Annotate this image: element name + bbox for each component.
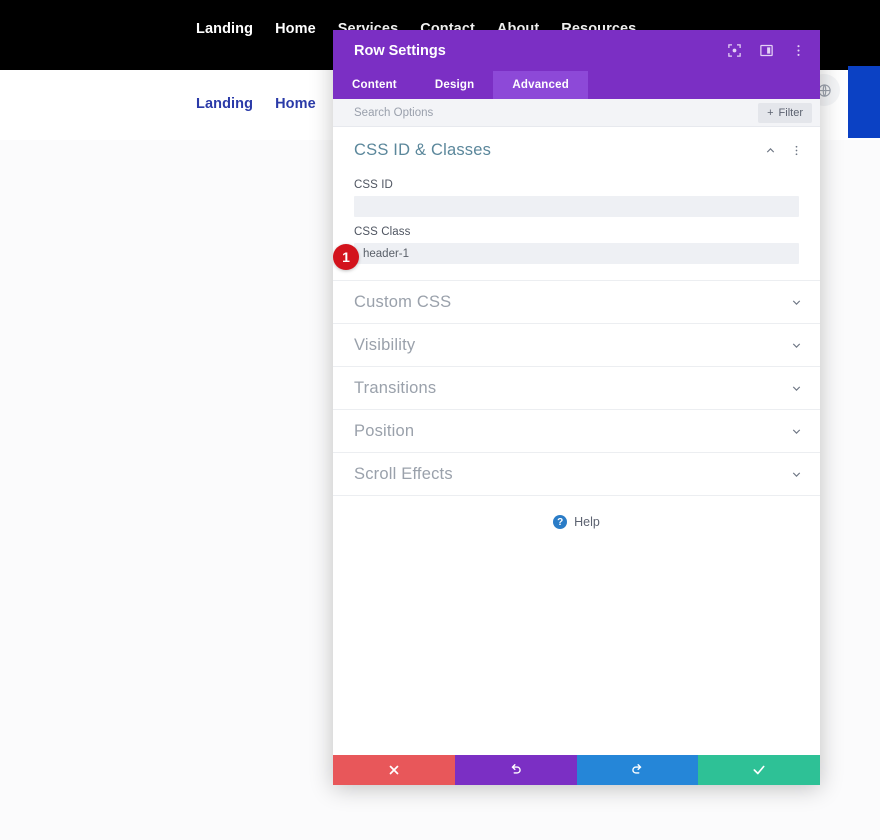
- more-vertical-icon[interactable]: [789, 42, 807, 60]
- section-css-id-and-classes: CSS ID & Classes CSS ID: [333, 127, 820, 281]
- secondary-nav-link-home[interactable]: Home: [275, 96, 316, 112]
- chevron-down-icon[interactable]: [790, 425, 803, 438]
- section-title-position: Position: [354, 422, 790, 441]
- section-position[interactable]: Position: [333, 410, 820, 453]
- redo-arrow-icon: [630, 763, 644, 777]
- nav-link-home[interactable]: Home: [275, 21, 316, 37]
- chevron-down-icon[interactable]: [790, 339, 803, 352]
- undo-arrow-icon: [509, 763, 523, 777]
- css-id-input[interactable]: [354, 196, 799, 217]
- search-options-row: + Filter: [333, 99, 820, 127]
- modal-footer: [333, 755, 820, 785]
- row-settings-modal: Row Settings Content Design Advanced: [333, 30, 820, 785]
- chevron-down-icon[interactable]: [790, 296, 803, 309]
- nav-link-landing[interactable]: Landing: [196, 21, 253, 37]
- more-vertical-icon[interactable]: [790, 144, 803, 157]
- modal-body: CSS ID & Classes CSS ID: [333, 127, 820, 755]
- save-button[interactable]: [698, 755, 820, 785]
- redo-button[interactable]: [577, 755, 699, 785]
- field-label-css-id: CSS ID: [354, 179, 799, 191]
- section-visibility[interactable]: Visibility: [333, 324, 820, 367]
- section-controls: [764, 144, 803, 157]
- tab-advanced[interactable]: Advanced: [493, 71, 588, 99]
- undo-button[interactable]: [455, 755, 577, 785]
- section-title: CSS ID & Classes: [354, 141, 764, 160]
- titlebar-icon-group: [725, 42, 807, 60]
- filter-button[interactable]: + Filter: [758, 103, 812, 123]
- filter-button-label: Filter: [779, 107, 803, 119]
- checkmark-icon: [752, 763, 766, 777]
- help-label: Help: [574, 515, 600, 529]
- modal-tab-bar: Content Design Advanced: [333, 71, 820, 99]
- secondary-nav-link-landing[interactable]: Landing: [196, 96, 253, 112]
- section-scroll-effects[interactable]: Scroll Effects: [333, 453, 820, 496]
- css-class-input[interactable]: [354, 243, 799, 264]
- search-input[interactable]: [354, 107, 758, 119]
- step-badge-1: 1: [333, 244, 359, 270]
- question-circle-icon: ?: [553, 515, 567, 529]
- field-css-class: CSS Class 1: [333, 217, 820, 264]
- section-title-transitions: Transitions: [354, 379, 790, 398]
- tab-design[interactable]: Design: [416, 71, 494, 99]
- chevron-down-icon[interactable]: [790, 382, 803, 395]
- help-link[interactable]: ? Help: [333, 496, 820, 548]
- section-title-custom-css: Custom CSS: [354, 293, 790, 312]
- chevron-up-icon[interactable]: [764, 144, 777, 157]
- close-x-icon: [387, 763, 401, 777]
- field-css-id: CSS ID: [333, 170, 820, 217]
- field-label-css-class: CSS Class: [354, 226, 799, 238]
- section-title-scroll-effects: Scroll Effects: [354, 465, 790, 484]
- section-custom-css[interactable]: Custom CSS: [333, 281, 820, 324]
- section-title-visibility: Visibility: [354, 336, 790, 355]
- focus-target-icon[interactable]: [725, 42, 743, 60]
- section-transitions[interactable]: Transitions: [333, 367, 820, 410]
- cancel-button[interactable]: [333, 755, 455, 785]
- modal-titlebar: Row Settings: [333, 30, 820, 71]
- page-title: Row Settings: [354, 43, 725, 59]
- plus-icon: +: [767, 107, 773, 119]
- tab-content[interactable]: Content: [333, 71, 416, 99]
- panel-layout-icon[interactable]: [757, 42, 775, 60]
- section-header[interactable]: CSS ID & Classes: [333, 127, 820, 170]
- chevron-down-icon[interactable]: [790, 468, 803, 481]
- blue-accent-block: [848, 66, 880, 138]
